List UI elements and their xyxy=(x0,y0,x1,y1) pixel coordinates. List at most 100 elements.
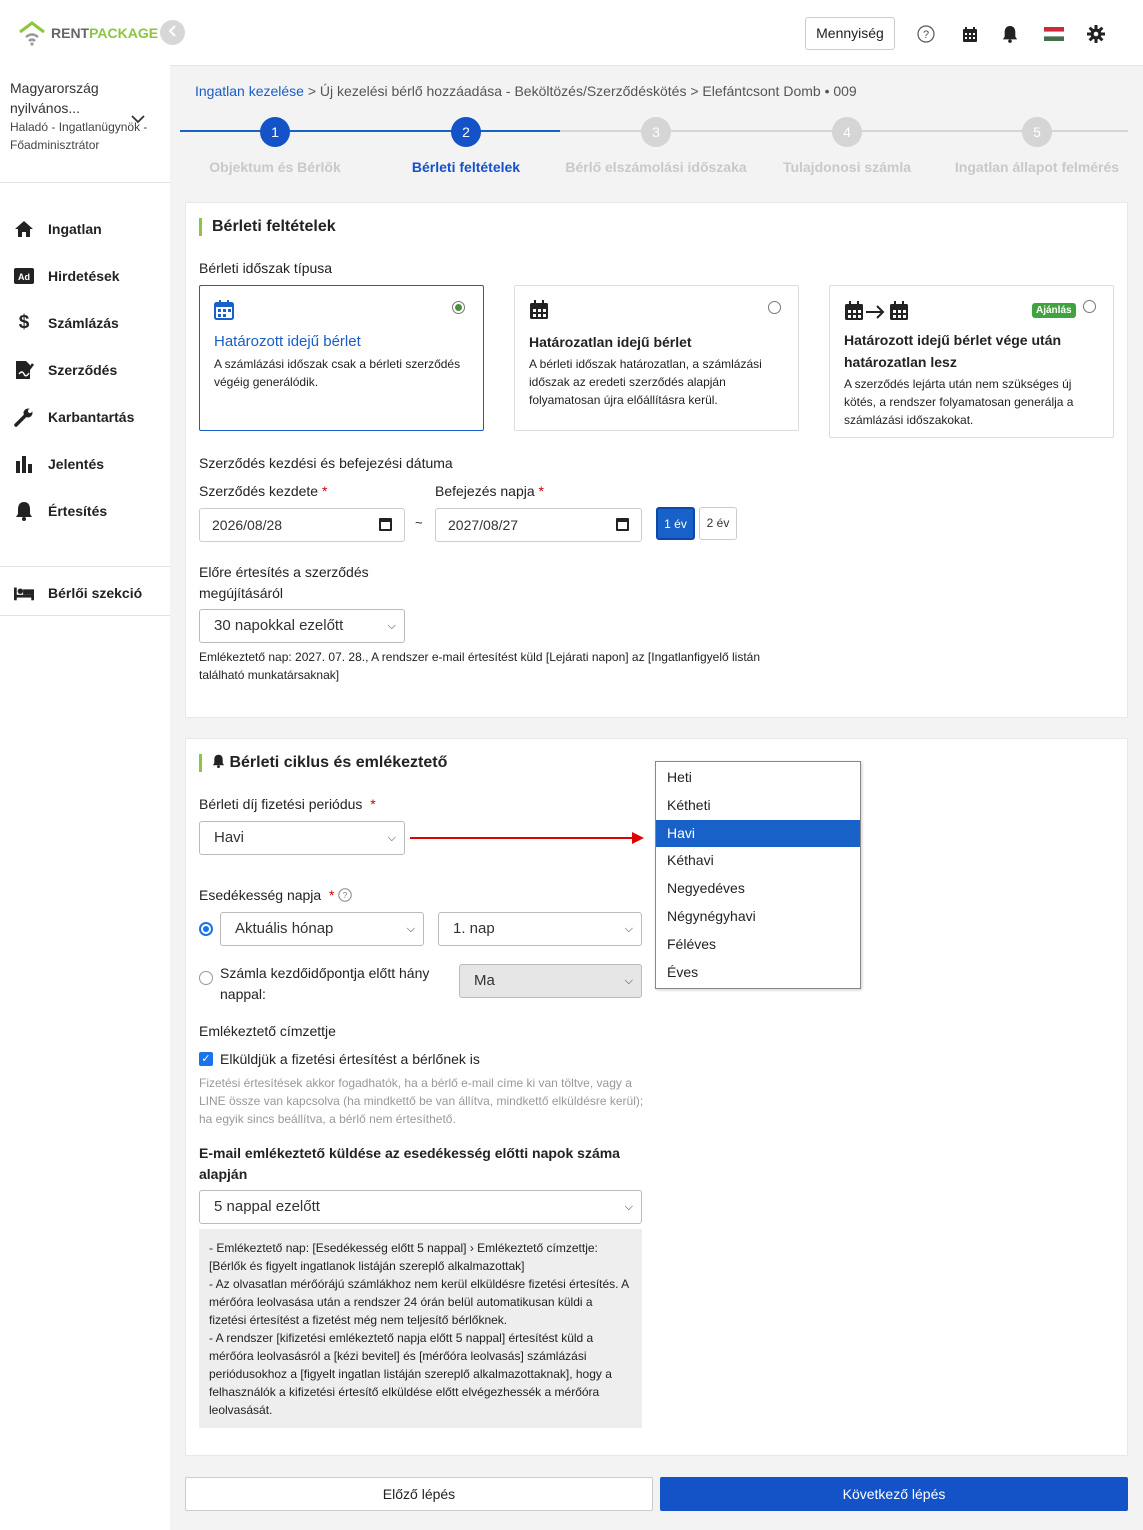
dropdown-option[interactable]: Féléves xyxy=(656,931,860,959)
end-date-label: Befejezés napja * xyxy=(435,483,544,499)
two-year-button[interactable]: 2 év xyxy=(699,507,737,540)
info-line: - A rendszer [kifizetési emlékeztető nap… xyxy=(209,1331,612,1417)
chevron-down-icon: ⌵ xyxy=(624,1201,633,1213)
help-icon[interactable]: ? xyxy=(916,24,936,44)
logo[interactable]: RENT PACKAGE xyxy=(18,20,158,46)
option-title: Határozott idejű bérlet xyxy=(214,333,361,350)
hungarian-flag-icon[interactable] xyxy=(1043,24,1065,44)
logo-text-package: PACKAGE xyxy=(89,25,159,41)
send-to-tenant-checkbox[interactable]: ✓ xyxy=(199,1052,213,1066)
sidebar-item-jelentes[interactable]: Jelentés xyxy=(14,454,104,474)
logo-icon xyxy=(19,21,45,46)
sidebar-item-label: Számlázás xyxy=(48,315,119,331)
sidebar-item-karbantartas[interactable]: Karbantartás xyxy=(14,407,134,427)
sidebar-item-label: Karbantartás xyxy=(48,409,135,425)
sidebar-item-label: Bérlői szekció xyxy=(48,585,143,601)
dropdown-option[interactable]: Heti xyxy=(656,764,860,792)
calendar-to-calendar-icon xyxy=(845,301,908,320)
recipient-label: Emlékeztető címzettje xyxy=(199,1023,336,1039)
sidebar-item-szamlazas[interactable]: $ Számlázás xyxy=(14,312,119,333)
payment-period-label: Bérleti díj fizetési periódus * xyxy=(199,796,376,812)
sidebar-item-hirdetesek[interactable]: Ad Hirdetések xyxy=(14,266,120,286)
svg-text:?: ? xyxy=(923,29,929,41)
chevron-down-icon: ⌵ xyxy=(624,923,633,935)
option-desc: A szerződés lejárta után nem szükséges ú… xyxy=(844,377,1074,427)
step-5-circle: 5 xyxy=(1022,117,1052,147)
dropdown-option[interactable]: Kétheti xyxy=(656,792,860,820)
step-5-label: Ingatlan állapot felmérés xyxy=(954,159,1120,175)
period-type-label: Bérleti időszak típusa xyxy=(199,260,333,276)
sidebar-item-szerzodes[interactable]: Szerződés xyxy=(14,360,117,380)
next-step-button[interactable]: Következő lépés xyxy=(660,1477,1128,1511)
option-fixed-term[interactable]: Határozott idejű bérlet A számlázási idő… xyxy=(199,285,484,431)
chevron-down-icon: ⌵ xyxy=(406,923,415,935)
sidebar-item-ertesites[interactable]: Értesítés xyxy=(14,501,107,521)
option-indefinite[interactable]: Határozatlan idejű bérlet A bérleti idős… xyxy=(514,285,799,431)
divider xyxy=(0,182,170,183)
help-icon[interactable]: ? xyxy=(338,888,353,902)
section-title-cycle: Bérleti ciklus és emlékeztető xyxy=(199,754,447,772)
step-4-circle: 4 xyxy=(832,117,862,147)
info-line: - Az olvasatlan mérőórájú számlákhoz nem… xyxy=(209,1277,629,1327)
dropdown-option[interactable]: Éves xyxy=(656,959,860,987)
email-days-select[interactable]: 5 nappal ezelőtt ⌵ xyxy=(199,1190,642,1224)
renewal-notice-select[interactable]: 30 napokkal ezelőtt ⌵ xyxy=(199,609,405,643)
recommended-badge: Ajánlás xyxy=(1032,303,1076,318)
radio-days-before-invoice[interactable] xyxy=(199,971,213,985)
dropdown-option[interactable]: Négynégyhavi xyxy=(656,903,860,931)
recipient-note: Fizetési értesítések akkor fogadhatók, h… xyxy=(199,1076,644,1126)
previous-step-button[interactable]: Előző lépés xyxy=(185,1477,653,1511)
step-2-circle[interactable]: 2 xyxy=(451,117,481,147)
radio-current-month[interactable] xyxy=(199,922,213,936)
radio-fixed-then-indefinite[interactable] xyxy=(1083,300,1096,313)
bell-icon xyxy=(212,754,225,768)
dropdown-option-selected[interactable]: Havi xyxy=(656,819,860,848)
chevron-down-icon[interactable] xyxy=(131,114,145,124)
collapse-sidebar-button[interactable] xyxy=(160,20,185,45)
step-1-circle[interactable]: 1 xyxy=(260,117,290,147)
dropdown-option[interactable]: Kéthavi xyxy=(656,847,860,875)
days-before-select[interactable]: Ma ⌵ xyxy=(459,964,642,998)
payment-period-dropdown: Heti Kétheti Havi Kéthavi Negyedéves Nég… xyxy=(655,761,861,989)
due-day-select[interactable]: 1. nap ⌵ xyxy=(438,912,642,946)
reminder-info-box: - Emlékeztető nap: [Esedékesség előtt 5 … xyxy=(199,1229,642,1428)
start-date-input[interactable]: 2026/08/28 xyxy=(199,508,405,542)
payment-period-select[interactable]: Havi ⌵ xyxy=(199,821,405,855)
renewal-reminder-note: Emlékeztető nap: 2027. 07. 28., A rendsz… xyxy=(199,650,760,682)
step-1-label: Objektum és Bérlők xyxy=(209,159,341,175)
dropdown-option[interactable]: Negyedéves xyxy=(656,875,860,903)
breadcrumb: Ingatlan kezelése > Új kezelési bérlő ho… xyxy=(195,83,857,99)
divider xyxy=(0,615,170,616)
sidebar-item-label: Jelentés xyxy=(48,456,105,472)
calendar-icon xyxy=(214,300,234,320)
option-desc: A bérleti időszak határozatlan, a számlá… xyxy=(529,357,762,407)
bell-icon[interactable] xyxy=(1000,24,1020,44)
gear-icon[interactable] xyxy=(1086,24,1106,44)
breadcrumb-root-link[interactable]: Ingatlan kezelése xyxy=(195,83,304,99)
step-4-label: Tulajdonosi számla xyxy=(782,159,912,175)
calendar-icon[interactable] xyxy=(960,24,980,44)
section-title-lease-terms: Bérleti feltételek xyxy=(199,218,336,236)
send-to-tenant-label: Elküldjük a fizetési értesítést a bérlőn… xyxy=(220,1051,480,1067)
calendar-icon[interactable] xyxy=(616,518,629,531)
chevron-down-icon: ⌵ xyxy=(387,620,396,632)
end-date-input[interactable]: 2027/08/27 xyxy=(435,508,642,542)
days-before-label: Számla kezdőidőpontja előtt hány nappal: xyxy=(220,965,430,1002)
quantity-button[interactable]: Mennyiség xyxy=(805,17,895,50)
calendar-icon[interactable] xyxy=(379,518,392,531)
radio-fixed-term[interactable] xyxy=(452,301,465,314)
info-line: - Emlékeztető nap: [Esedékesség előtt 5 … xyxy=(209,1241,598,1273)
sidebar-item-label: Hirdetések xyxy=(48,268,120,284)
dollar-icon: $ xyxy=(18,312,30,333)
due-month-select[interactable]: Aktuális hónap ⌵ xyxy=(220,912,424,946)
sidebar: RENT PACKAGE Magyarország nyilvános... Ha… xyxy=(0,0,170,1530)
chevron-down-icon: ⌵ xyxy=(624,975,633,987)
sidebar-item-ingatlan[interactable]: Ingatlan xyxy=(14,219,102,239)
step-3-circle: 3 xyxy=(641,117,671,147)
contract-icon xyxy=(14,360,34,380)
calendar-icon xyxy=(530,300,548,319)
radio-indefinite[interactable] xyxy=(768,301,781,314)
sidebar-item-berloi-szekcio[interactable]: Bérlői szekció xyxy=(14,583,142,603)
bell-icon xyxy=(14,501,34,521)
one-year-button[interactable]: 1 év xyxy=(656,507,695,540)
